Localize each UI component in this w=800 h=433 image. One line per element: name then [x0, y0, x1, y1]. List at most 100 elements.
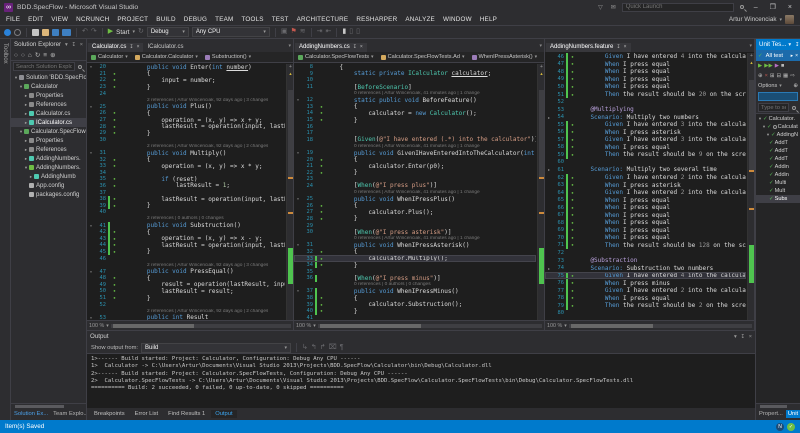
chevron-down-icon[interactable]: ▾	[788, 42, 791, 48]
test-tree-item[interactable]: ✓AddT	[756, 139, 800, 147]
code-line[interactable]: 15● }	[294, 117, 536, 124]
sync-icon[interactable]: ↻	[35, 51, 40, 59]
code-line[interactable]: 9 static private ICalculator calculator;	[294, 71, 536, 78]
nav-dropdown[interactable]: Calculator.SpecFlowTests▾	[298, 54, 374, 60]
restore-button[interactable]: ❐	[766, 3, 780, 11]
tool-tab-error-list[interactable]: Error List	[131, 410, 163, 418]
code-line[interactable]: 53 @Multiplying	[545, 106, 746, 114]
code-line[interactable]: 39● }	[87, 202, 285, 209]
resharper-status-icon[interactable]: N	[776, 423, 784, 431]
code-line[interactable]: 68● When I press equal	[545, 219, 746, 227]
code-line[interactable]: ▸54 Scenario: Multiply two numbers	[545, 113, 746, 121]
test-tree-item[interactable]: ✓Subs	[756, 195, 800, 203]
solution-search-input[interactable]	[13, 62, 75, 71]
horizontal-scrollbar[interactable]	[569, 324, 752, 328]
zoom-level[interactable]: 100 %	[547, 323, 562, 329]
bookmark-icon[interactable]: ▮	[342, 27, 346, 37]
start-debug-icon[interactable]: ▶	[108, 27, 113, 37]
tree-item[interactable]: packages.config	[11, 190, 86, 199]
save-all-icon[interactable]	[62, 29, 71, 36]
close-icon[interactable]: ×	[749, 334, 752, 340]
new-session-icon[interactable]: ▸	[791, 53, 794, 59]
undo-icon[interactable]: ↶	[82, 27, 88, 37]
uncomment-icon[interactable]: ⇤	[326, 27, 332, 37]
menu-resharper[interactable]: RESHARPER	[352, 16, 401, 23]
output-content[interactable]: 1>------ Build started: Project: Calcula…	[87, 354, 755, 408]
menu-debug[interactable]: DEBUG	[180, 16, 211, 23]
code-line[interactable]: 67● When I press equal	[545, 211, 746, 219]
document-tab[interactable]: AddingNumbers.feature↧×	[546, 43, 631, 52]
tree-item[interactable]: ▾Solution 'BDD.SpecFlow	[11, 73, 86, 82]
code-line[interactable]: 69● When I press equal	[545, 227, 746, 235]
tab-list-icon[interactable]: ▾	[539, 43, 542, 49]
code-line[interactable]: 60	[545, 159, 746, 167]
toolbox-vertical-tab[interactable]: Toolbox	[0, 39, 11, 420]
pin-icon[interactable]: ↧	[353, 44, 357, 50]
nav-dropdown[interactable]: WhenIPressAsterisk()▾	[472, 54, 538, 60]
menu-ncrunch[interactable]: NCRUNCH	[72, 16, 113, 23]
tab-list-icon[interactable]: ▾	[288, 43, 291, 49]
code-line[interactable]: 56● When I press asterisk	[545, 128, 746, 136]
test-tree-item[interactable]: ✓Multi	[756, 179, 800, 187]
code-line[interactable]: 28● }	[294, 216, 536, 223]
code-line[interactable]: 48● When I press equal	[545, 68, 746, 76]
dock-tab[interactable]: Solution Ex...	[12, 410, 50, 418]
tree-item[interactable]: ▸Calculator.cs	[11, 109, 86, 118]
ncrunch-status-icon[interactable]	[4, 29, 11, 36]
stop-icon[interactable]: ■	[781, 63, 784, 69]
code-line[interactable]: ▸74 Scenario: Substruction two numbers	[545, 264, 746, 272]
code-line[interactable]: 70● When I press equal	[545, 234, 746, 242]
configuration-dropdown[interactable]: Debug▾	[147, 27, 189, 37]
close-icon[interactable]: ×	[360, 44, 363, 50]
tree-item[interactable]: ▾AddingNumbers.	[11, 163, 86, 172]
remove-icon[interactable]: ×	[765, 73, 768, 79]
test-tree-item[interactable]: ✓Addin	[756, 171, 800, 179]
test-search-input[interactable]	[758, 103, 789, 112]
horizontal-scrollbar[interactable]	[111, 324, 291, 328]
document-tab[interactable]: AddingNumbers.cs↧×	[295, 43, 367, 52]
word-wrap-icon[interactable]: ¶	[340, 343, 344, 353]
tree-item[interactable]: App.config	[11, 181, 86, 190]
code-line[interactable]: 34● }	[294, 262, 536, 269]
horizontal-scrollbar[interactable]	[756, 403, 800, 408]
tree-item[interactable]: ▸AddingNumbers.	[11, 154, 86, 163]
tree-item[interactable]: ▸References	[11, 145, 86, 154]
tree-item[interactable]: ▾Calculator.SpecFlow	[11, 127, 86, 136]
menu-view[interactable]: VIEW	[47, 16, 72, 23]
quick-launch-input[interactable]	[622, 3, 734, 12]
dock-tab[interactable]: Unit Te...	[786, 410, 800, 418]
pin-icon[interactable]: ↧	[71, 42, 76, 48]
test-tree-item[interactable]: ✓AddT	[756, 147, 800, 155]
menu-help[interactable]: HELP	[476, 16, 501, 23]
clear-all-icon[interactable]: ⌧	[329, 343, 337, 353]
code-line[interactable]: 64● Given I have entered 2 into the calc…	[545, 189, 746, 197]
code-line[interactable]: 51● Then the result should be 20 on the …	[545, 91, 746, 99]
pin-icon[interactable]: ↧	[795, 42, 800, 48]
minimize-button[interactable]: –	[750, 4, 762, 11]
tree-item[interactable]: ▸Properties	[11, 136, 86, 145]
redo-icon[interactable]: ↷	[91, 27, 97, 37]
code-line[interactable]: 77● Given I have entered 2 into the calc…	[545, 287, 746, 295]
code-line[interactable]: 18 [Given(@"I have entered (.*) into the…	[294, 137, 536, 144]
code-line[interactable]: 59● Then the result should be 9 on the s…	[545, 151, 746, 159]
vertical-scrollbar[interactable]: +▲	[286, 64, 293, 320]
code-line[interactable]: 49● When I press equal	[545, 76, 746, 84]
bookmark-next-icon[interactable]: ▯	[349, 27, 353, 37]
code-line[interactable]: 11 [BeforeScenario]	[294, 84, 536, 91]
collapse-all-icon[interactable]: ≡	[43, 52, 47, 59]
tool-tab-output[interactable]: Output	[211, 410, 236, 418]
code-line[interactable]: 63● When I press asterisk	[545, 181, 746, 189]
feedback-icon[interactable]: ✉	[609, 4, 618, 11]
code-line[interactable]: 55● Given I have entered 3 into the calc…	[545, 121, 746, 129]
tree-item[interactable]: ▸AddingNumb	[11, 172, 86, 181]
tool-tab-breakpoints[interactable]: Breakpoints	[90, 410, 129, 418]
code-line[interactable]: 76● When I press minus	[545, 279, 746, 287]
code-area[interactable]: 8 {9 static private ICalculator calculat…	[294, 63, 544, 320]
test-tree-item[interactable]: ▾✓AddingN	[756, 131, 800, 139]
pin-icon[interactable]: ↧	[616, 44, 620, 50]
nav-dropdown[interactable]: Substruction()▾	[205, 54, 251, 60]
code-line[interactable]: 45● }	[87, 249, 285, 256]
vertical-scrollbar[interactable]: +▲	[747, 53, 754, 320]
code-line[interactable]: 30 [When(@"I press asterisk")]	[294, 229, 536, 236]
horizontal-scrollbar[interactable]	[318, 324, 542, 328]
